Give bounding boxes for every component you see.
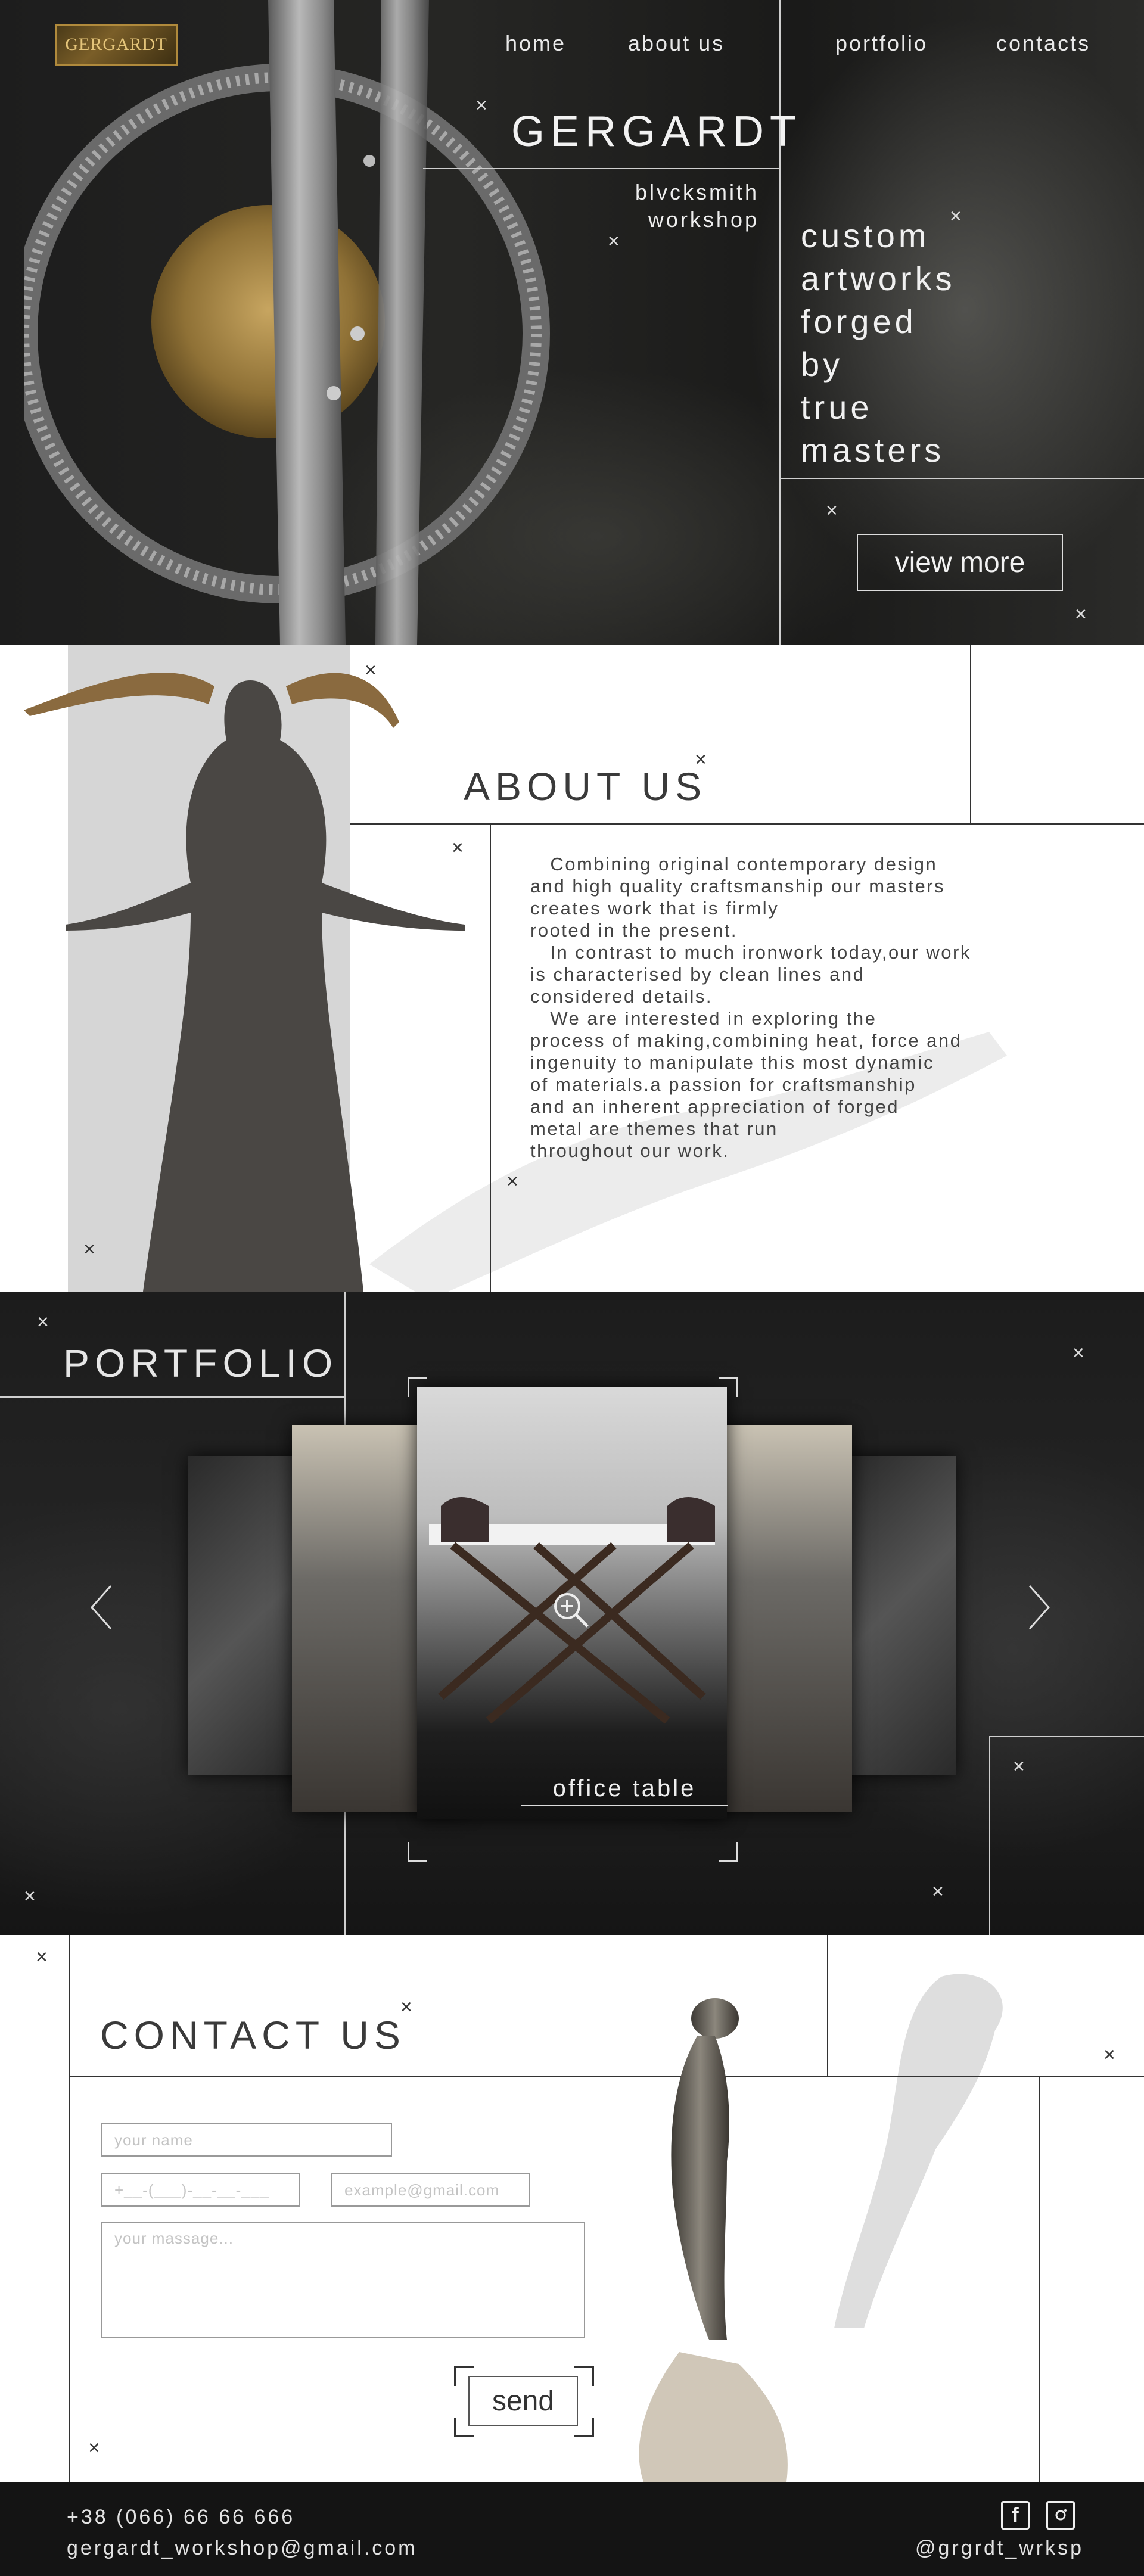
facebook-icon[interactable]: f xyxy=(1001,2501,1030,2530)
frame-corner xyxy=(719,1377,738,1397)
tagline-line: true xyxy=(801,388,873,426)
tagline-line: masters xyxy=(801,431,945,469)
frame-corner xyxy=(719,1842,738,1862)
about-text: Combining original contemporary design a… xyxy=(530,853,1007,1162)
sculpture-figure xyxy=(24,673,465,1292)
divider-line xyxy=(69,2076,1144,2077)
close-x-icon: × xyxy=(365,659,377,682)
hero-tagline: custom artworks forged by true masters xyxy=(801,214,956,472)
nav-portfolio[interactable]: portfolio xyxy=(835,31,928,56)
close-x-icon: × xyxy=(83,1238,95,1261)
close-x-icon: × xyxy=(950,205,962,228)
about-line: and an inherent appreciation of forged xyxy=(530,1096,899,1117)
portfolio-title: PORTFOLIO xyxy=(63,1341,338,1385)
send-button[interactable]: send xyxy=(468,2376,578,2426)
close-x-icon: × xyxy=(36,1946,48,1968)
hero-subtitle-line2: workshop xyxy=(648,207,759,232)
divider-line xyxy=(350,823,1144,825)
email-input[interactable] xyxy=(331,2173,530,2207)
frame-corner xyxy=(408,1842,427,1862)
close-x-icon: × xyxy=(1013,1755,1025,1778)
chevron-left-icon[interactable] xyxy=(89,1583,113,1631)
portfolio-caption: office table xyxy=(521,1775,728,1806)
divider-line xyxy=(779,0,781,645)
tagline-line: forged xyxy=(801,303,917,340)
divider-line xyxy=(989,1736,990,1935)
contact-title: CONTACT US xyxy=(100,2013,406,2057)
footer-phone[interactable]: +38 (066) 66 66 666 xyxy=(67,2506,295,2529)
divider-line xyxy=(69,1935,70,2482)
portfolio-section: PORTFOLIO office table × × × × × xyxy=(0,1292,1144,1935)
divider-line xyxy=(989,1736,1144,1737)
nav-contacts[interactable]: contacts xyxy=(996,31,1090,56)
about-section: ABOUT US Combining original contemporary… xyxy=(0,645,1144,1292)
view-more-button[interactable]: view more xyxy=(857,534,1063,591)
divider-line xyxy=(827,1935,828,2077)
frame-corner xyxy=(408,1377,427,1397)
nav-about-us[interactable]: about us xyxy=(628,31,725,56)
divider-line xyxy=(0,1396,346,1398)
about-line: considered details. xyxy=(530,986,713,1007)
tagline-line: custom xyxy=(801,217,930,254)
about-line: In contrast to much ironwork today,our w… xyxy=(530,942,971,963)
close-x-icon: × xyxy=(400,1996,412,2018)
footer-email[interactable]: gergardt_workshop@gmail.com xyxy=(67,2537,418,2560)
about-line: and high quality craftsmanship our maste… xyxy=(530,876,946,897)
close-x-icon: × xyxy=(608,230,620,253)
logo-text: GERGARDT xyxy=(65,35,167,54)
divider-line xyxy=(423,168,781,169)
close-x-icon: × xyxy=(88,2437,100,2459)
chevron-right-icon[interactable] xyxy=(1027,1583,1051,1631)
name-input[interactable] xyxy=(101,2123,392,2157)
close-x-icon: × xyxy=(1072,1342,1084,1364)
about-line: rooted in the present. xyxy=(530,920,738,941)
close-x-icon: × xyxy=(826,499,838,522)
close-x-icon: × xyxy=(1075,603,1087,626)
close-x-icon: × xyxy=(932,1880,944,1903)
about-line: is characterised by clean lines and xyxy=(530,964,865,985)
footer-social-handle[interactable]: @grgrdt_wrksp xyxy=(915,2537,1084,2560)
close-x-icon: × xyxy=(1103,2043,1115,2066)
statue-figure xyxy=(639,1998,788,2482)
about-line: ingenuity to manipulate this most dynami… xyxy=(530,1052,935,1073)
instagram-icon[interactable] xyxy=(1046,2501,1075,2530)
brand-logo[interactable]: GERGARDT xyxy=(55,24,178,66)
about-line: Combining original contemporary design xyxy=(530,854,938,875)
divider-line xyxy=(970,645,971,825)
close-x-icon: × xyxy=(506,1170,518,1193)
about-line: of materials.a passion for craftsmanship xyxy=(530,1074,916,1095)
tagline-line: artworks xyxy=(801,260,956,297)
about-line: creates work that is firmly xyxy=(530,898,779,919)
close-x-icon: × xyxy=(452,836,464,859)
hero-section: GERGARDT home about us portfolio contact… xyxy=(0,0,1144,645)
phone-input[interactable] xyxy=(101,2173,300,2207)
about-line: We are interested in exploring the xyxy=(530,1008,877,1029)
hero-subtitle-line1: blvcksmith xyxy=(635,180,759,204)
message-textarea[interactable] xyxy=(101,2222,585,2338)
close-x-icon: × xyxy=(695,748,707,771)
footer: +38 (066) 66 66 666 gergardt_workshop@gm… xyxy=(0,2482,1144,2576)
close-x-icon: × xyxy=(37,1311,49,1333)
about-title: ABOUT US xyxy=(464,764,707,808)
contact-section: CONTACT US send × × × × xyxy=(0,1935,1144,2482)
about-line: throughout our work. xyxy=(530,1140,730,1161)
close-x-icon: × xyxy=(475,94,487,117)
about-line: process of making,combining heat, force … xyxy=(530,1030,962,1051)
divider-line xyxy=(490,823,491,1292)
divider-line xyxy=(1039,2076,1040,2482)
zoom-in-icon[interactable] xyxy=(552,1591,590,1629)
instagram-glyph xyxy=(1055,2509,1067,2521)
about-line: metal are themes that run xyxy=(530,1118,778,1139)
close-x-icon: × xyxy=(24,1885,36,1908)
nav-home[interactable]: home xyxy=(505,31,566,56)
brand-title: GERGARDT xyxy=(511,108,803,155)
divider-line xyxy=(779,478,1144,479)
tagline-line: by xyxy=(801,346,844,383)
